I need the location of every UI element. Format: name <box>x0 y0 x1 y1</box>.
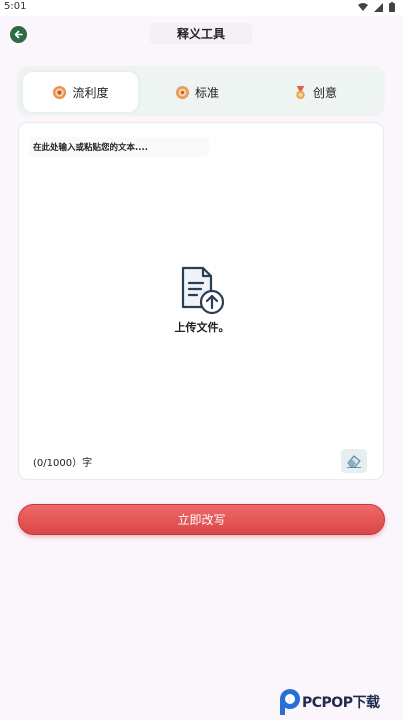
tab-label-fluency: 流利度 <box>72 85 109 100</box>
battery-icon <box>389 2 395 12</box>
tab-label-creative: 创意 <box>312 85 337 100</box>
character-counter: (0/1000）字 <box>33 458 93 469</box>
mode-tabs: 流利度 标准 创意 <box>17 66 385 116</box>
eraser-icon <box>347 455 361 468</box>
tab-creative[interactable]: 创意 <box>265 72 365 112</box>
page-title: 释义工具 <box>150 23 252 44</box>
upload-file-label[interactable]: 上传文件。 <box>19 319 385 335</box>
back-arrow-icon <box>14 30 23 39</box>
upload-file-icon[interactable] <box>179 265 227 317</box>
status-time: 5:01 <box>4 1 27 12</box>
watermark: PCPOP下载 <box>278 683 403 720</box>
tab-fluency[interactable]: 流利度 <box>23 72 138 112</box>
wifi-icon <box>358 2 368 11</box>
status-icons <box>358 2 395 12</box>
creative-medal-icon <box>296 85 305 99</box>
rewrite-now-button[interactable]: 立即改写 <box>18 504 385 535</box>
tab-label-standard: 标准 <box>194 85 219 100</box>
back-button[interactable] <box>10 26 27 43</box>
clear-text-button[interactable] <box>341 449 367 473</box>
tab-standard[interactable]: 标准 <box>147 72 247 112</box>
fluency-badge-icon <box>53 85 67 99</box>
pcpop-logo-icon <box>280 688 300 715</box>
signal-icon <box>374 2 383 12</box>
text-editor[interactable]: 在此处输入或粘贴您的文本.... 上传文件。 (0/1000）字 <box>18 122 384 480</box>
text-input-placeholder[interactable]: 在此处输入或粘贴您的文本.... <box>33 141 148 153</box>
status-bar: 5:01 <box>0 0 403 16</box>
watermark-text: PCPOP下载 <box>302 694 380 711</box>
standard-badge-icon <box>175 85 190 99</box>
